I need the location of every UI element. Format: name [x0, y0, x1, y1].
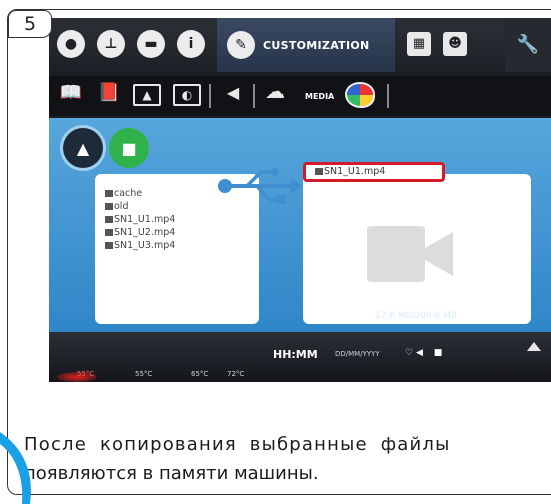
cup-icon: ■	[433, 348, 443, 358]
image-icon[interactable]: ▲	[133, 84, 161, 106]
device-screen: ● ⊥ ▬ i ✎ CUSTOMIZATION ▦ ☻ 🔧 📖 📕 ▲ ◐ ◀ …	[49, 18, 551, 382]
bottom-status-bar: HH:MM DD/MM/YYYY ♡ ◀ ■ 55°C 55°C 65°C 72…	[49, 332, 551, 382]
list-item[interactable]: SN1_U1.mp4	[315, 166, 385, 177]
clock-time: HH:MM	[273, 348, 318, 361]
mountain-image-icon: ▲	[76, 138, 90, 158]
group-temperature: 72°C	[227, 370, 245, 378]
tab-customization-label: CUSTOMIZATION	[263, 38, 370, 52]
folder-icon	[105, 190, 113, 197]
group-temperature: 65°C	[191, 370, 209, 378]
step-number-badge: 5	[8, 10, 52, 38]
group-temperature: 55°C	[77, 370, 95, 378]
palette-icon[interactable]	[345, 82, 375, 108]
status-icons: ♡ ◀ ■	[405, 348, 442, 358]
separator	[253, 84, 255, 108]
heart-icon: ♡	[405, 348, 414, 358]
screen-icon[interactable]: ◐	[173, 84, 201, 106]
storage-usage-text: 27.6 Mb/200.0 MB	[375, 311, 457, 321]
list-item[interactable]: old	[105, 201, 128, 212]
decorative-blue-curve	[0, 432, 31, 504]
tab-media-label[interactable]: MEDIA	[305, 92, 334, 101]
expand-up-arrow-icon[interactable]	[527, 342, 541, 351]
speaker-icon[interactable]: ◀	[219, 84, 247, 106]
file-icon	[315, 168, 323, 175]
user-card-icon[interactable]: ☻	[443, 32, 467, 56]
top-navigation-bar: ● ⊥ ▬ i ✎ CUSTOMIZATION ▦ ☻ 🔧	[49, 18, 551, 72]
list-item[interactable]: SN1_U3.mp4	[105, 240, 175, 251]
group-temperature: 55°C	[135, 370, 153, 378]
cloud-icon[interactable]: ☁	[261, 81, 289, 104]
drop-icon[interactable]: ●	[57, 30, 85, 58]
tab-customization[interactable]: ✎ CUSTOMIZATION	[217, 18, 395, 72]
list-item[interactable]: SN1_U2.mp4	[105, 227, 175, 238]
file-icon	[105, 229, 113, 236]
image-mode-button[interactable]: ▲	[63, 128, 103, 168]
media-manager-area: ▲ ■ cache old SN1_U1.mp4 SN1_U2.mp4 SN1_…	[49, 118, 551, 332]
file-icon	[105, 216, 113, 223]
wrench-icon[interactable]: 🔧	[505, 18, 551, 72]
folder-icon	[105, 203, 113, 210]
camera-icon: ■	[121, 138, 137, 158]
media-subtabs-bar: 📖 📕 ▲ ◐ ◀ ☁ MEDIA	[49, 76, 551, 116]
book-icon[interactable]: 📖	[57, 84, 85, 106]
usb-icon	[218, 168, 303, 204]
caption-line-2: появляются в памяти машины.	[24, 463, 319, 484]
book-user-icon[interactable]: 📕	[95, 84, 123, 106]
video-placeholder-icon	[367, 226, 453, 282]
list-item[interactable]: cache	[105, 188, 142, 199]
clock-date: DD/MM/YYYY	[335, 350, 380, 358]
pencil-icon: ✎	[227, 31, 255, 59]
separator	[387, 84, 389, 108]
tray-icon[interactable]: ▬	[137, 30, 165, 58]
file-icon	[105, 242, 113, 249]
list-item[interactable]: SN1_U1.mp4	[105, 214, 175, 225]
separator	[209, 84, 211, 108]
caption-line-1: После копирования выбранные файлы	[24, 434, 451, 455]
instruction-caption: После копирования выбранные файлы появля…	[24, 430, 551, 488]
video-mode-button[interactable]: ■	[109, 128, 149, 168]
volume-icon: ◀	[415, 348, 423, 358]
thermometer-icon[interactable]: ⊥	[97, 30, 125, 58]
info-icon[interactable]: i	[177, 30, 205, 58]
keypad-icon[interactable]: ▦	[407, 32, 431, 56]
